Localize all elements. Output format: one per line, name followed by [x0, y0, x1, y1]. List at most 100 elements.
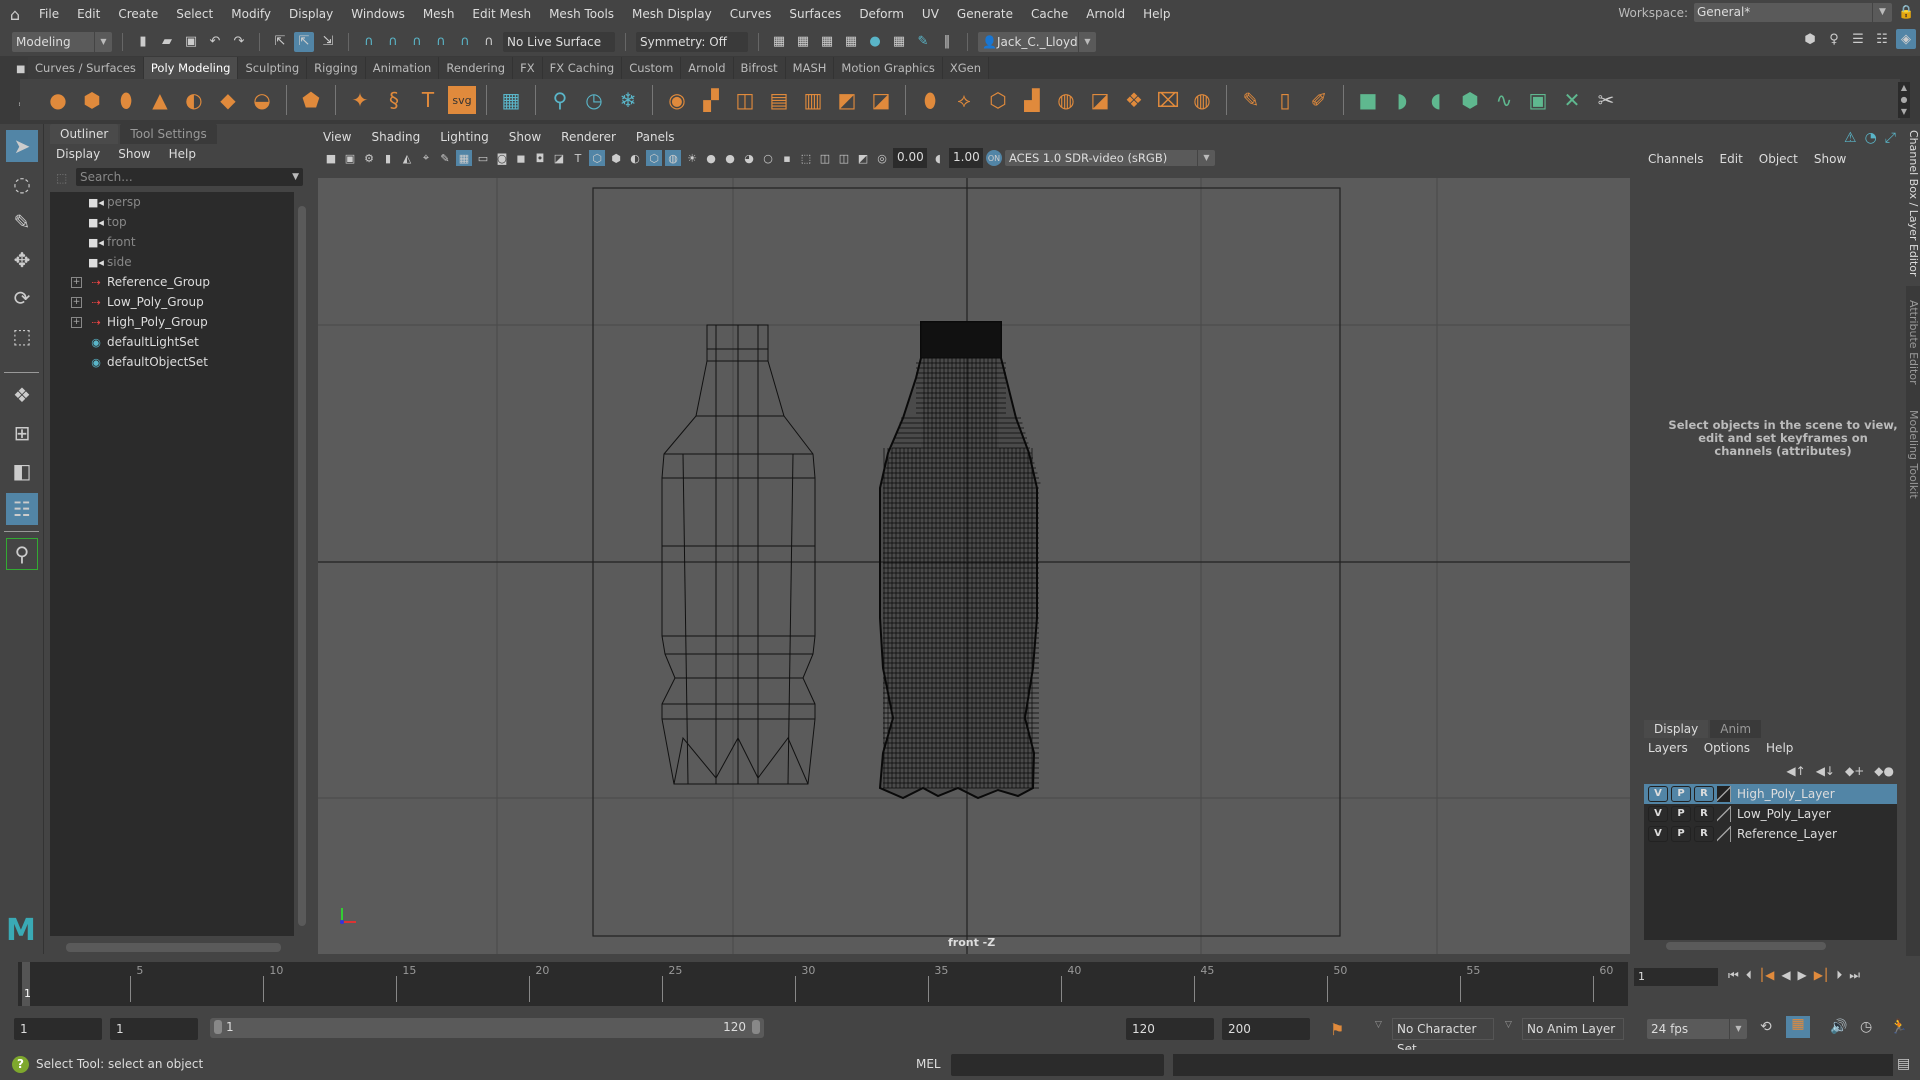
shelf-tab-fx[interactable]: FX — [513, 57, 543, 79]
expand-icon[interactable]: + — [71, 316, 82, 328]
use-all-lights-icon[interactable]: ☀ — [684, 150, 700, 166]
redo-icon[interactable]: ↷ — [229, 32, 249, 52]
character-set-dropdown[interactable]: No Character Set — [1392, 1018, 1494, 1056]
shelf-tab-poly-modeling[interactable]: Poly Modeling — [143, 57, 239, 79]
playback-toggle[interactable]: P — [1671, 826, 1691, 842]
layer-menu-options[interactable]: Options — [1704, 741, 1750, 755]
modeling-toolkit-icon[interactable]: ⬢ — [1800, 29, 1820, 49]
outliner-menu-display[interactable]: Display — [56, 147, 100, 161]
workspace-dropdown[interactable]: General* ▼ — [1694, 3, 1892, 22]
animation-end-field[interactable]: 200 — [1222, 1018, 1310, 1040]
poly-cone-icon[interactable]: ▲ — [146, 86, 174, 114]
playback-end-field[interactable]: 120 — [1126, 1018, 1214, 1040]
chevron-down-icon[interactable]: ▽ — [1505, 1020, 1512, 1030]
outliner-menu-show[interactable]: Show — [118, 147, 150, 161]
menu-modify[interactable]: Modify — [222, 0, 280, 28]
four-view-layout-icon[interactable]: ⊞ — [6, 417, 38, 449]
bookmark-add-icon[interactable]: ⚑ — [1330, 1020, 1344, 1039]
home-icon[interactable]: ⌂ — [0, 0, 30, 28]
rotate-tool-icon[interactable]: ⟳ — [6, 282, 38, 314]
menu-edit-mesh[interactable]: Edit Mesh — [463, 0, 540, 28]
loop-icon[interactable]: ⟲ — [1760, 1019, 1772, 1035]
mirror-icon[interactable]: ⚲ — [546, 86, 574, 114]
menu-select[interactable]: Select — [167, 0, 222, 28]
outliner-item-high-poly-group[interactable]: + ⇢ High_Poly_Group — [50, 312, 294, 332]
default-material-icon[interactable]: ◐ — [627, 150, 643, 166]
menu-mesh-display[interactable]: Mesh Display — [623, 0, 721, 28]
time-slider[interactable]: 1 51015202530354045505560657075808590951… — [18, 962, 1879, 1006]
select-object-icon[interactable]: ⇱ — [294, 31, 314, 52]
reduce-icon[interactable]: ❄ — [614, 86, 642, 114]
gamma-field[interactable]: 1.00 — [949, 148, 983, 168]
shelf-menu-icon[interactable]: ■ — [16, 64, 25, 75]
animation-start-field[interactable]: 1 — [14, 1018, 102, 1040]
bookmark-icon[interactable]: ▮ — [380, 150, 396, 166]
filter-icon[interactable]: ⬚ — [56, 171, 67, 185]
camera-attributes-icon[interactable]: ⚙ — [361, 150, 377, 166]
outliner-horizontal-scrollbar[interactable] — [56, 942, 292, 952]
3d-viewport[interactable]: front -Z — [318, 178, 1630, 954]
sweep-mesh-icon[interactable]: § — [380, 86, 408, 114]
image-plane-icon[interactable]: ◭ — [399, 150, 415, 166]
shelf-tab-xgen[interactable]: XGen — [942, 57, 989, 79]
arnold-render-icon[interactable]: ▦ — [889, 32, 909, 52]
go-to-end-icon[interactable]: ⏭ — [1849, 968, 1860, 983]
channel-menu-show[interactable]: Show — [1814, 152, 1846, 166]
layer-color-swatch[interactable] — [1717, 826, 1731, 842]
search-icon[interactable]: ⚲ — [6, 538, 38, 570]
human-ik-icon[interactable]: ♀ — [1824, 29, 1844, 49]
spherical-mapping-icon[interactable]: ◖ — [1422, 86, 1450, 114]
cache-playback-icon[interactable]: ▦ — [1786, 1016, 1810, 1038]
menu-curves[interactable]: Curves — [721, 0, 781, 28]
viewport-menu-show[interactable]: Show — [509, 130, 541, 144]
shelf-tab-mash[interactable]: MASH — [785, 57, 835, 79]
paint-select-tool-icon[interactable]: ✎ — [6, 206, 38, 238]
smooth-shade-icon[interactable]: ⬢ — [608, 150, 624, 166]
menu-file[interactable]: File — [30, 0, 68, 28]
layer-menu-help[interactable]: Help — [1766, 741, 1793, 755]
tab-attribute-editor[interactable]: Attribute Editor — [1906, 296, 1920, 396]
menu-windows[interactable]: Windows — [342, 0, 414, 28]
collapse-icon[interactable]: ◍ — [1188, 86, 1216, 114]
live-surface-field[interactable]: No Live Surface — [503, 31, 615, 52]
playback-toggle[interactable]: P — [1671, 806, 1691, 822]
visibility-toggle[interactable]: V — [1648, 786, 1668, 802]
render-view-icon[interactable]: ● — [865, 32, 885, 52]
layer-menu-layers[interactable]: Layers — [1648, 741, 1688, 755]
hyperbolic-icon[interactable]: ⤢ — [1885, 130, 1896, 146]
play-forwards-icon[interactable]: ▶ — [1798, 968, 1807, 983]
ipr-render-icon[interactable]: ▦ — [793, 32, 813, 52]
layer-horizontal-scrollbar[interactable] — [1644, 940, 1897, 952]
attribute-editor-icon[interactable]: ☰ — [1848, 29, 1868, 49]
mirror-geometry-icon[interactable]: ◫ — [731, 86, 759, 114]
single-perspective-layout-icon[interactable]: ❖ — [6, 379, 38, 411]
wireframe-on-shaded-icon[interactable]: ⬡ — [646, 150, 662, 166]
outliner-item-default-object-set[interactable]: ◉ defaultObjectSet — [50, 352, 294, 372]
playback-start-field[interactable]: 1 — [110, 1018, 198, 1040]
new-layer-from-selection-icon[interactable]: ◆● — [1874, 764, 1894, 778]
viewport-menu-lighting[interactable]: Lighting — [440, 130, 489, 144]
shelf-tab-rigging[interactable]: Rigging — [307, 57, 366, 79]
menu-cache[interactable]: Cache — [1022, 0, 1077, 28]
tab-display-layers[interactable]: Display — [1644, 720, 1709, 738]
gate-mask-icon[interactable]: ◼ — [513, 150, 529, 166]
bevel-icon[interactable]: ⬡ — [984, 86, 1012, 114]
automatic-mapping-icon[interactable]: ⬢ — [1456, 86, 1484, 114]
step-back-key-icon[interactable]: ⎮◀ — [1759, 968, 1774, 983]
2d-pan-zoom-icon[interactable]: ⌖ — [418, 150, 434, 166]
menu-mesh-tools[interactable]: Mesh Tools — [540, 0, 623, 28]
visibility-toggle[interactable]: V — [1648, 826, 1668, 842]
layer-row-high-poly[interactable]: V P R High_Poly_Layer — [1644, 784, 1897, 804]
move-tool-icon[interactable]: ✥ — [6, 244, 38, 276]
manipulator-icon[interactable]: ⚠ — [1844, 130, 1857, 146]
menu-surfaces[interactable]: Surfaces — [780, 0, 850, 28]
snap-grid-icon[interactable]: ∩ — [359, 32, 379, 52]
make-live-icon[interactable]: ∩ — [479, 32, 499, 52]
arnold-ipr-icon[interactable]: ✎ — [913, 32, 933, 52]
select-camera-icon[interactable]: ■ — [323, 150, 339, 166]
shelf-tab-curves-surfaces[interactable]: Curves / Surfaces — [28, 57, 144, 79]
channel-box-icon[interactable]: ◈ — [1896, 29, 1916, 49]
layer-row-low-poly[interactable]: V P R Low_Poly_Layer — [1644, 804, 1897, 824]
motion-blur-icon[interactable]: ◕ — [741, 150, 757, 166]
layer-color-swatch[interactable] — [1717, 806, 1731, 822]
